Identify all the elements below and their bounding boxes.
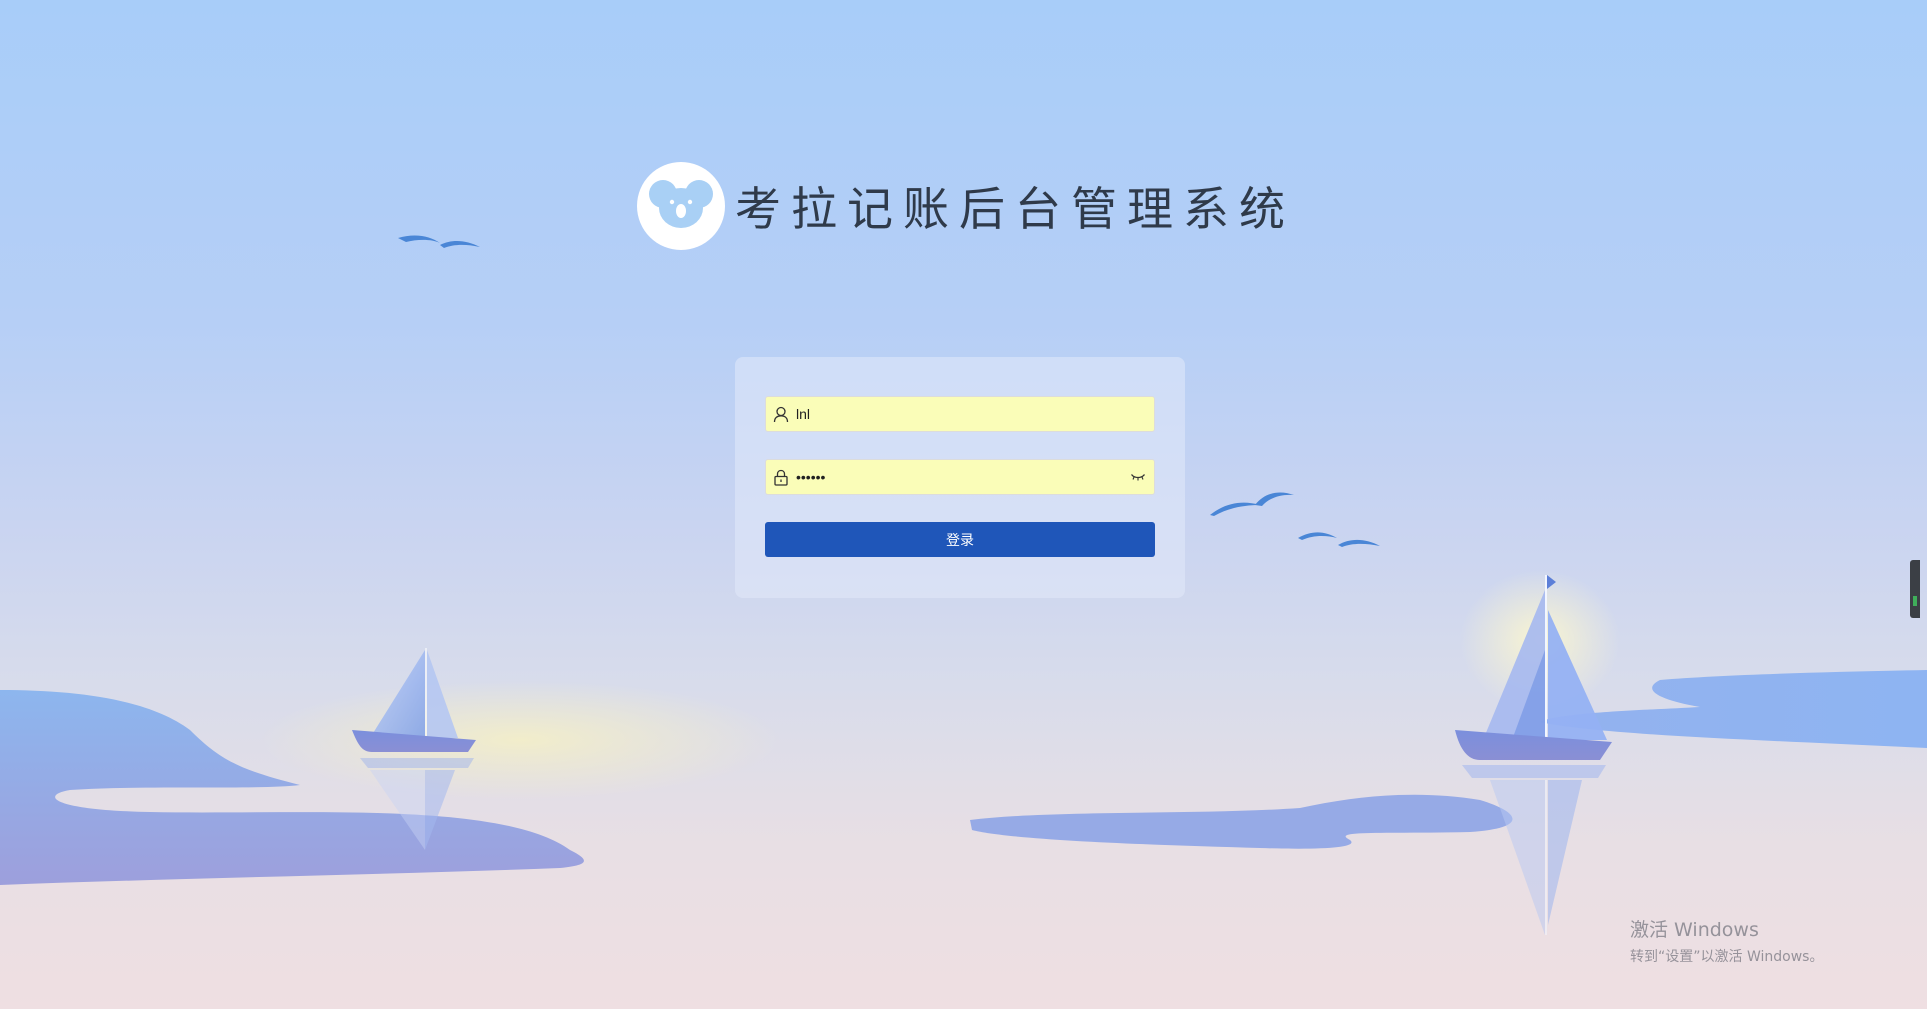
login-button[interactable]: 登录: [765, 522, 1155, 557]
app-title: 考拉记账后台管理系统: [735, 182, 1295, 236]
brand-header: 考拉记账后台管理系统: [637, 162, 1295, 250]
username-field[interactable]: [765, 396, 1155, 432]
eye-closed-icon[interactable]: [1122, 460, 1154, 494]
koala-icon: [637, 162, 725, 250]
middle-island: [970, 794, 1513, 849]
watermark-title: 激活 Windows: [1630, 919, 1759, 941]
side-panel-handle[interactable]: [1910, 560, 1920, 618]
lock-icon: [766, 460, 796, 494]
login-page: 考拉记账后台管理系统 lnl 登录 激活 Windows 转到“设置”以激活 W…: [0, 0, 1927, 1009]
password-field[interactable]: [765, 459, 1155, 495]
login-card: 登录: [735, 357, 1185, 598]
watermark-subtitle: 转到“设置”以激活 Windows。: [1630, 949, 1824, 965]
password-input[interactable]: [796, 462, 1122, 492]
horizon-glow: [260, 680, 780, 800]
username-input[interactable]: [796, 399, 1154, 429]
user-icon: [766, 397, 796, 431]
windows-activation-watermark: 激活 Windows 转到“设置”以激活 Windows。: [1630, 915, 1823, 966]
